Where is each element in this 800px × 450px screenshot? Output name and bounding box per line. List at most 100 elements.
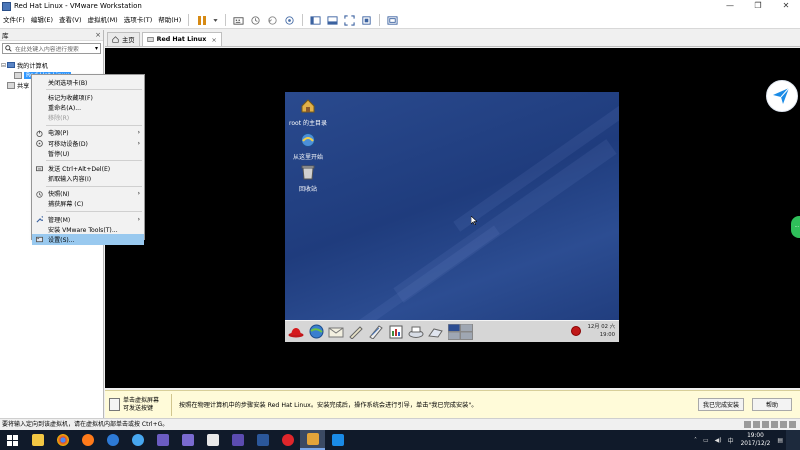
display-status-icon[interactable] — [789, 421, 796, 428]
close-button[interactable]: ✕ — [772, 0, 800, 12]
search-dropdown-icon[interactable]: ▾ — [95, 45, 98, 52]
tab-close-icon[interactable]: × — [211, 36, 216, 44]
menu-item-settings[interactable]: 设置(S)... — [32, 234, 144, 245]
console-view-button[interactable] — [386, 14, 399, 27]
volume-icon[interactable]: ◀) — [715, 437, 722, 444]
input-method-indicator[interactable]: 中 — [728, 436, 734, 445]
taskbar-media-player-3[interactable] — [225, 430, 250, 450]
status-bar: 要将输入定向到该虚拟机，请在虚拟机内部单击或按 Ctrl+G。 — [0, 418, 800, 430]
menu-item-mark-favorite[interactable]: 标记为收藏项(F) — [32, 92, 144, 102]
start-here-icon — [301, 133, 315, 147]
menu-item-label: 标记为收藏项(F) — [48, 94, 93, 102]
menu-item-removable-devices[interactable]: 可移动设备(D) › — [32, 138, 144, 148]
taskbar-firefox[interactable] — [75, 430, 100, 450]
snapshot-button[interactable] — [249, 14, 262, 27]
desktop-icon-start-here[interactable]: 从这里开始 — [285, 132, 338, 161]
cdrom-status-icon[interactable] — [753, 421, 760, 428]
guest-panel: 12月 02 六 19:00 — [285, 320, 619, 342]
keyboard-icon — [233, 16, 244, 25]
menu-separator — [46, 160, 142, 162]
taskbar-word[interactable] — [250, 430, 275, 450]
tree-item-my-computer[interactable]: ⊟ 我的计算机 — [0, 60, 103, 70]
menu-tabs[interactable]: 选项卡(T) — [121, 12, 156, 29]
tray-expand-icon[interactable]: ˄ — [694, 437, 697, 444]
show-library-button[interactable] — [309, 14, 322, 27]
menu-item-snapshot[interactable]: 快照(N) › — [32, 189, 144, 199]
power-dropdown-button[interactable] — [212, 14, 219, 27]
menu-help[interactable]: 帮助(H) — [155, 12, 184, 29]
menu-item-close-tab[interactable]: 关闭选项卡(B) — [32, 77, 144, 87]
guest-clock[interactable]: 12月 02 六 19:00 — [588, 323, 615, 339]
action-center-icon[interactable]: ▤ — [777, 437, 783, 444]
update-status-icon[interactable] — [571, 326, 581, 336]
menu-vm[interactable]: 虚拟机(M) — [85, 12, 121, 29]
vmware-icon — [306, 433, 319, 445]
revert-snapshot-button[interactable] — [266, 14, 279, 27]
taskbar-vmware[interactable] — [300, 430, 325, 450]
menu-edit[interactable]: 编辑(E) — [28, 12, 56, 29]
full-screen-button[interactable] — [343, 14, 356, 27]
taskbar-netease-music[interactable] — [275, 430, 300, 450]
maximize-button[interactable]: ❐ — [744, 0, 772, 12]
calc-icon[interactable] — [387, 323, 405, 341]
app-s-icon — [106, 434, 119, 446]
taskbar-clock[interactable]: 19:00 2017/12/2 — [741, 432, 771, 448]
taskbar-file-explorer[interactable] — [25, 430, 50, 450]
menu-view[interactable]: 查看(V) — [56, 12, 85, 29]
menu-item-manage[interactable]: 管理(M) › — [32, 214, 144, 224]
help-button[interactable]: 帮助 — [752, 398, 792, 411]
browser-icon[interactable] — [307, 323, 325, 341]
sound-status-icon[interactable] — [780, 421, 787, 428]
pager-icon[interactable] — [427, 323, 445, 341]
menu-item-label: 可移动设备(D) — [48, 140, 88, 148]
workspace-switcher[interactable] — [447, 323, 473, 341]
guest-desktop[interactable]: root 的主目录 从这里开始 回收站 12月 02 六 19:00 — [285, 92, 619, 342]
desktop-icon-home[interactable]: root 的主目录 — [285, 98, 338, 127]
snapshot-manager-button[interactable] — [283, 14, 296, 27]
start-button[interactable] — [0, 430, 25, 450]
menu-file[interactable]: 文件(F) — [0, 12, 28, 29]
floating-side-tab[interactable]: ⋯ — [791, 216, 800, 238]
menu-item-send-ctrl-alt-del[interactable]: 发送 Ctrl+Alt+Del(E) — [32, 163, 144, 173]
impress-icon[interactable] — [367, 323, 385, 341]
menu-item-capture-screen[interactable]: 捕获屏幕 (C) — [32, 199, 144, 209]
taskbar-media-player[interactable] — [150, 430, 175, 450]
library-close-icon[interactable]: × — [95, 31, 101, 39]
home-folder-icon — [301, 99, 315, 113]
menu-item-grab-input[interactable]: 抓取输入内容(I) — [32, 174, 144, 184]
taskbar-chrome[interactable] — [50, 430, 75, 450]
taskbar-news-app[interactable] — [200, 430, 225, 450]
collapse-icon[interactable]: ⊟ — [0, 62, 7, 69]
desktop-icon-trash[interactable]: 回收站 — [285, 164, 338, 193]
tab-home[interactable]: 主页 — [107, 32, 140, 46]
redhat-menu-icon[interactable] — [287, 323, 305, 341]
network-status-icon[interactable] — [762, 421, 769, 428]
menu-item-install-vmware-tools[interactable]: 安装 VMware Tools(T)... — [32, 224, 144, 234]
show-desktop-button[interactable] — [786, 430, 800, 450]
minimize-button[interactable]: — — [716, 0, 744, 12]
vm-console[interactable]: root 的主目录 从这里开始 回收站 12月 02 六 19:00 — [105, 48, 800, 388]
trash-icon — [301, 165, 315, 180]
pause-button[interactable] — [195, 14, 208, 27]
tab-red-hat-linux[interactable]: Red Hat Linux × — [141, 32, 222, 46]
floating-bird-icon[interactable] — [766, 80, 798, 112]
taskbar-bird-app[interactable] — [325, 430, 350, 450]
writer-icon[interactable] — [347, 323, 365, 341]
taskbar-app-s[interactable] — [100, 430, 125, 450]
send-ctrl-alt-del-button[interactable] — [232, 14, 245, 27]
library-search-input[interactable]: 在此处键入内容进行搜索 ▾ — [2, 43, 101, 54]
hdd-status-icon[interactable] — [744, 421, 751, 428]
printer-icon[interactable] — [407, 323, 425, 341]
thumbnail-bar-button[interactable] — [326, 14, 339, 27]
desktop-icon-label: 回收站 — [298, 186, 317, 193]
email-icon[interactable] — [327, 323, 345, 341]
menu-item-pause[interactable]: 暂停(U) — [32, 148, 144, 158]
menu-item-power[interactable]: 电源(P) › — [32, 128, 144, 138]
install-complete-button[interactable]: 我已完成安装 — [697, 398, 744, 411]
menu-item-rename[interactable]: 重命名(A)... — [32, 102, 144, 112]
taskbar-cloud[interactable] — [125, 430, 150, 450]
unity-button[interactable] — [360, 14, 373, 27]
network-icon[interactable]: ▭ — [703, 437, 709, 444]
taskbar-media-player-2[interactable] — [175, 430, 200, 450]
usb-status-icon[interactable] — [771, 421, 778, 428]
